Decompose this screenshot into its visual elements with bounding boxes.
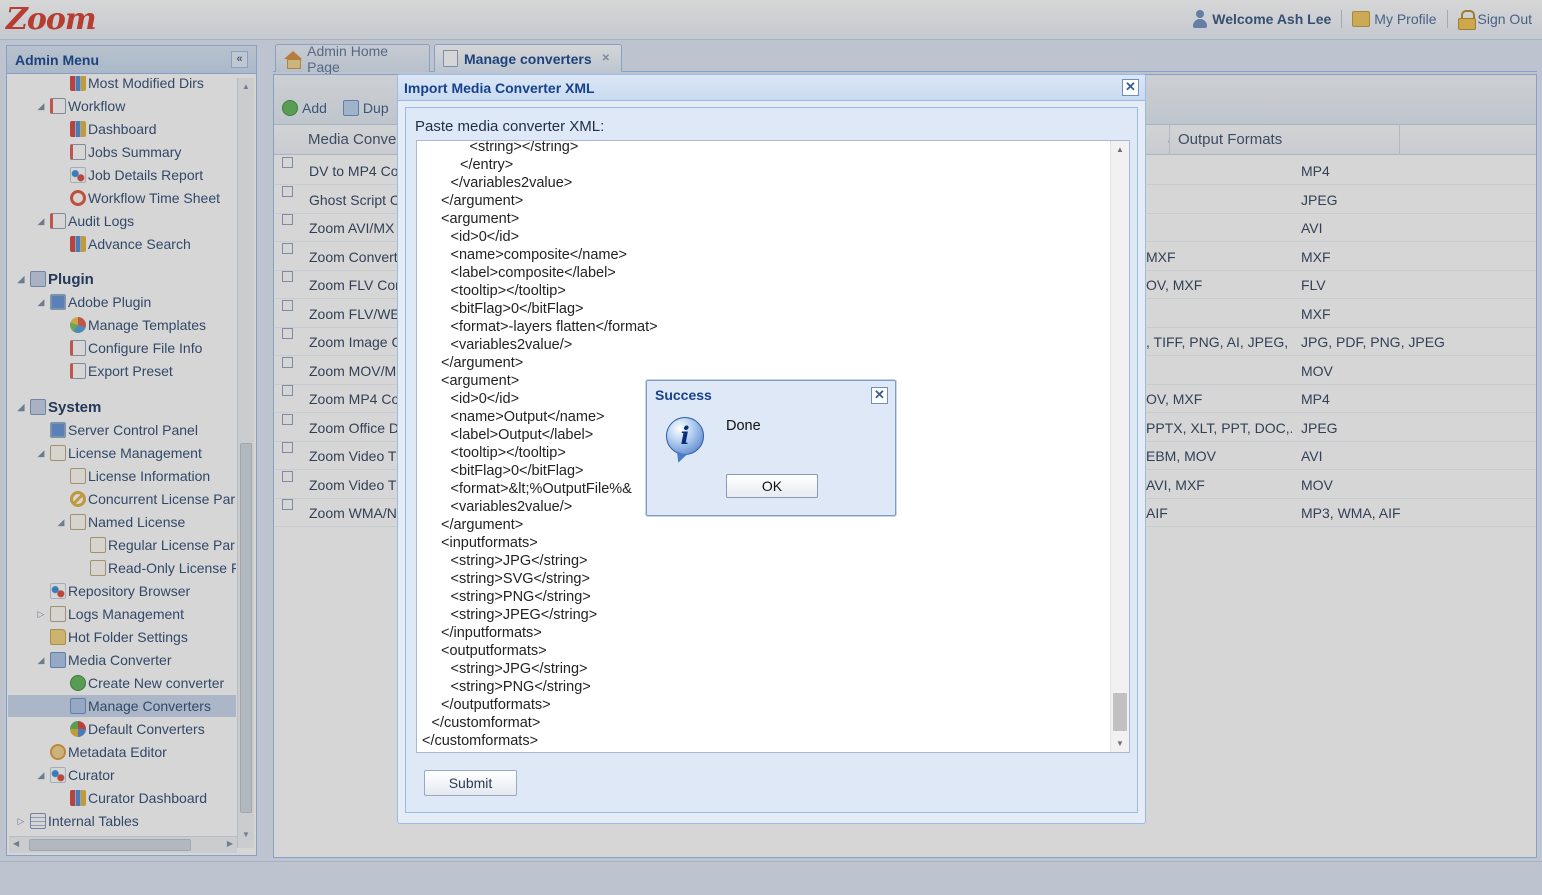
scrollbar-thumb[interactable] <box>1113 693 1127 731</box>
success-message: Done <box>726 418 761 434</box>
xml-line: <variables2value/> <box>450 499 573 515</box>
xml-line: <bitFlag>0</bitFlag> <box>450 463 584 479</box>
xml-line: <id>0</id> <box>450 229 520 245</box>
xml-line: </entry> <box>460 157 514 173</box>
info-icon: i <box>666 417 704 455</box>
xml-line: <string>JPG</string> <box>450 553 588 569</box>
xml-line: <tooltip></tooltip> <box>450 283 566 299</box>
xml-line: </outputformats> <box>441 697 551 713</box>
xml-line: </customformats> <box>422 733 539 749</box>
xml-line: <inputformats> <box>441 535 538 551</box>
xml-line: <string>JPG</string> <box>450 661 588 677</box>
xml-line: <name>composite</name> <box>450 247 628 263</box>
xml-line: <id>0</id> <box>450 391 520 407</box>
xml-line: </argument> <box>441 193 524 209</box>
xml-line: <argument> <box>441 373 520 389</box>
close-icon[interactable]: ✕ <box>871 386 888 404</box>
success-dialog-title: Success <box>655 387 712 403</box>
xml-line: <name>Output</name> <box>450 409 605 425</box>
xml-line: <argument> <box>441 211 520 227</box>
import-dialog-titlebar: Import Media Converter XML ✕ <box>398 75 1145 101</box>
xml-line: </variables2value> <box>450 175 573 191</box>
success-dialog: Success ✕ i Done OK <box>646 380 896 516</box>
xml-line: <label>Output</label> <box>450 427 594 443</box>
xml-line: <tooltip></tooltip> <box>450 445 566 461</box>
xml-line: <format>-layers flatten</format> <box>450 319 658 335</box>
xml-line: <bitFlag>0</bitFlag> <box>450 301 584 317</box>
scroll-down-icon[interactable]: ▼ <box>1111 739 1129 748</box>
xml-line: </argument> <box>441 517 524 533</box>
xml-line: <label>composite</label> <box>450 265 616 281</box>
xml-line: <outputformats> <box>441 643 547 659</box>
xml-line: <string>JPEG</string> <box>450 607 598 623</box>
xml-scrollbar[interactable]: ▲ ▼ <box>1110 141 1129 752</box>
xml-line: </inputformats> <box>441 625 542 641</box>
xml-line: <format>&lt;%OutputFile%& <box>450 481 632 497</box>
scroll-up-icon[interactable]: ▲ <box>1111 145 1129 154</box>
import-dialog-title: Import Media Converter XML <box>404 79 595 96</box>
paste-xml-label: Paste media converter XML: <box>415 118 605 135</box>
ok-button[interactable]: OK <box>726 474 818 498</box>
xml-line: <string>PNG</string> <box>450 589 591 605</box>
close-icon[interactable]: ✕ <box>1122 79 1139 96</box>
submit-button[interactable]: Submit <box>424 770 517 796</box>
xml-line: </argument> <box>441 355 524 371</box>
xml-line: <string>SVG</string> <box>450 571 590 587</box>
xml-line: <variables2value/> <box>450 337 573 353</box>
success-dialog-titlebar: Success ✕ <box>647 381 895 409</box>
xml-line: </customformat> <box>431 715 541 731</box>
xml-line: <string>PNG</string> <box>450 679 591 695</box>
xml-line: <string></string> <box>469 140 579 155</box>
